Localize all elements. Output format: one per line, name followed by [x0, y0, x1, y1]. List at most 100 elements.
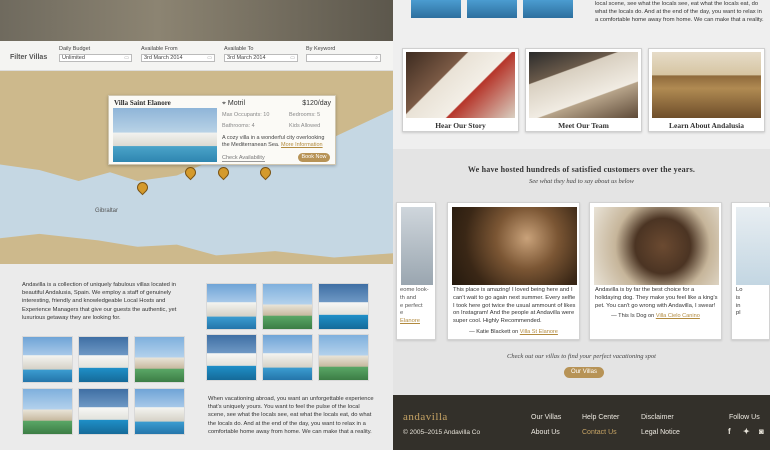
villa-thumbnail[interactable] — [262, 283, 313, 330]
footer-link-legal-notice[interactable]: Legal Notice — [641, 429, 680, 436]
more-info-link[interactable]: More Information — [281, 142, 323, 148]
testimonial-card-partial: Lo is in pl — [731, 202, 770, 340]
popup-price: $120/day — [302, 100, 331, 107]
popup-bedrooms: Bedrooms: 5 — [289, 112, 321, 118]
author-text: — Katie Blackett on — [469, 329, 519, 335]
location-text: Motril — [227, 100, 246, 107]
card-title: Meet Our Team — [558, 121, 609, 130]
popup-villa-image — [113, 108, 217, 162]
testimonial-card-partial: eome look- th and e perfect e Elanore — [396, 202, 436, 340]
villa-thumbnail[interactable] — [22, 336, 73, 383]
villa-popup: Villa Saint Elanore ⌖ Motril $120/day Ma… — [108, 95, 336, 165]
footer-link-about-us[interactable]: About Us — [531, 429, 560, 436]
footer-link-help-center[interactable]: Help Center — [582, 414, 619, 421]
partial-line: e — [400, 310, 404, 317]
instagram-icon[interactable]: ◙ — [759, 427, 764, 436]
from-value: 3rd March 2014 — [144, 55, 183, 61]
facebook-icon[interactable]: f — [728, 427, 731, 436]
villa-thumbnail[interactable] — [78, 336, 129, 383]
footer — [393, 395, 770, 450]
budget-select[interactable]: Unlimited ▭ — [59, 54, 132, 62]
villa-thumbnail[interactable] — [78, 388, 129, 435]
footer-link-disclaimer[interactable]: Disclaimer — [641, 414, 674, 421]
budget-label: Daily Budget — [59, 46, 91, 52]
villa-thumbnail[interactable] — [206, 334, 257, 381]
testimonial-author: — This Is Dog on Villa Cielo Canino — [590, 313, 721, 319]
villa-thumbnail[interactable] — [318, 334, 369, 381]
calendar-icon: ▭ — [290, 55, 295, 61]
keyword-label: By Keyword — [306, 46, 336, 52]
villa-thumbnail[interactable] — [318, 283, 369, 330]
villa-thumbnail[interactable] — [134, 336, 185, 383]
villa-thumbnail[interactable] — [22, 388, 73, 435]
author-text: — This Is Dog on — [611, 313, 655, 319]
cta-text: Check out our villas to find your perfec… — [507, 353, 656, 360]
map-land-south — [0, 233, 393, 264]
top-paragraph: local scene, see what the locals see, ea… — [595, 1, 764, 24]
search-icon: ⌕ — [375, 55, 378, 61]
partial-villa-link[interactable]: Elanore — [400, 318, 434, 326]
to-label: Available To — [224, 46, 254, 52]
calendar-icon: ▭ — [124, 55, 129, 61]
testimonial-author: — Katie Blackett on Villa St Elanore — [448, 329, 579, 335]
map-pin-icon[interactable] — [218, 167, 227, 179]
our-villas-button[interactable]: Our Villas — [564, 367, 604, 378]
footer-link-our-villas[interactable]: Our Villas — [531, 414, 561, 421]
calendar-icon: ▭ — [207, 55, 212, 61]
card-image — [529, 52, 638, 118]
footer-brand[interactable]: andavilla — [403, 411, 448, 423]
footer-copyright: © 2005–2015 Andavilla Co — [403, 429, 481, 436]
testimonial-quote: This place is amazing! I loved being her… — [453, 287, 576, 325]
popup-location: ⌖ Motril — [222, 100, 245, 108]
villa-image[interactable] — [411, 0, 461, 18]
villa-thumbnail[interactable] — [134, 388, 185, 435]
follow-us-label: Follow Us — [729, 414, 760, 421]
villa-image[interactable] — [467, 0, 517, 18]
check-availability-link[interactable]: Check Availability — [222, 155, 265, 162]
book-now-button[interactable]: Book Now — [298, 153, 330, 162]
testimonial-image — [452, 207, 577, 285]
map-pin-icon[interactable] — [137, 182, 146, 194]
partial-line: th and — [400, 294, 417, 301]
testimonials-heading: We have hosted hundreds of satisfied cus… — [467, 165, 696, 174]
budget-value: Unlimited — [62, 55, 85, 61]
card-title: Learn About Andalusia — [668, 121, 745, 130]
villa-image[interactable] — [523, 0, 573, 18]
budget-filter: Daily Budget Unlimited ▭ — [59, 46, 132, 62]
card-image — [652, 52, 761, 118]
partial-line: eome look- — [400, 287, 429, 293]
partial-line: is — [736, 294, 741, 301]
testimonial-card: This place is amazing! I loved being her… — [447, 202, 580, 340]
testimonials-subheading: See what they had to say about us below — [528, 178, 635, 185]
popup-bathrooms: Bathrooms: 4 — [222, 123, 255, 129]
partial-quote: eome look- th and e perfect e Elanore — [400, 287, 434, 326]
map-pin-icon[interactable] — [185, 167, 194, 179]
hero-image-strip — [0, 0, 393, 41]
card-title: Hear Our Story — [435, 121, 486, 130]
villa-link[interactable]: Villa St Elanore — [520, 329, 558, 335]
card-hear-our-story[interactable]: Hear Our Story — [402, 48, 519, 132]
to-date-input[interactable]: 3rd March 2014 ▭ — [224, 54, 298, 62]
keyword-input[interactable]: ⌕ — [306, 54, 381, 62]
filter-title: Filter Villas — [10, 54, 48, 61]
testimonial-card: Andavilla is by far the best choice for … — [589, 202, 722, 340]
popup-description: A cozy villa in a wonderful city overloo… — [222, 135, 332, 149]
card-meet-our-team[interactable]: Meet Our Team — [525, 48, 642, 132]
popup-kids: Kids Allowed — [289, 123, 321, 129]
filter-bar: Filter Villas Daily Budget Unlimited ▭ Av… — [0, 41, 393, 71]
footer-link-contact-us[interactable]: Contact Us — [582, 429, 617, 436]
villa-thumbnail[interactable] — [206, 283, 257, 330]
card-learn-about-andalusia[interactable]: Learn About Andalusia — [648, 48, 765, 132]
partial-line: pl — [736, 310, 741, 317]
partial-line: in — [736, 302, 741, 309]
map-label-gibraltar: Gibraltar — [95, 208, 119, 214]
from-date-input[interactable]: 3rd March 2014 ▭ — [141, 54, 215, 62]
card-image — [406, 52, 515, 118]
twitter-icon[interactable]: ✦ — [743, 427, 750, 436]
villa-link[interactable]: Villa Cielo Canino — [656, 313, 700, 319]
map-pin-icon[interactable] — [260, 167, 269, 179]
testimonial-quote: Andavilla is by far the best choice for … — [595, 287, 718, 309]
partial-quote: Lo is in pl — [736, 287, 768, 318]
intro2-text: When vacationing abroad, you want an unf… — [208, 396, 374, 435]
villa-thumbnail[interactable] — [262, 334, 313, 381]
